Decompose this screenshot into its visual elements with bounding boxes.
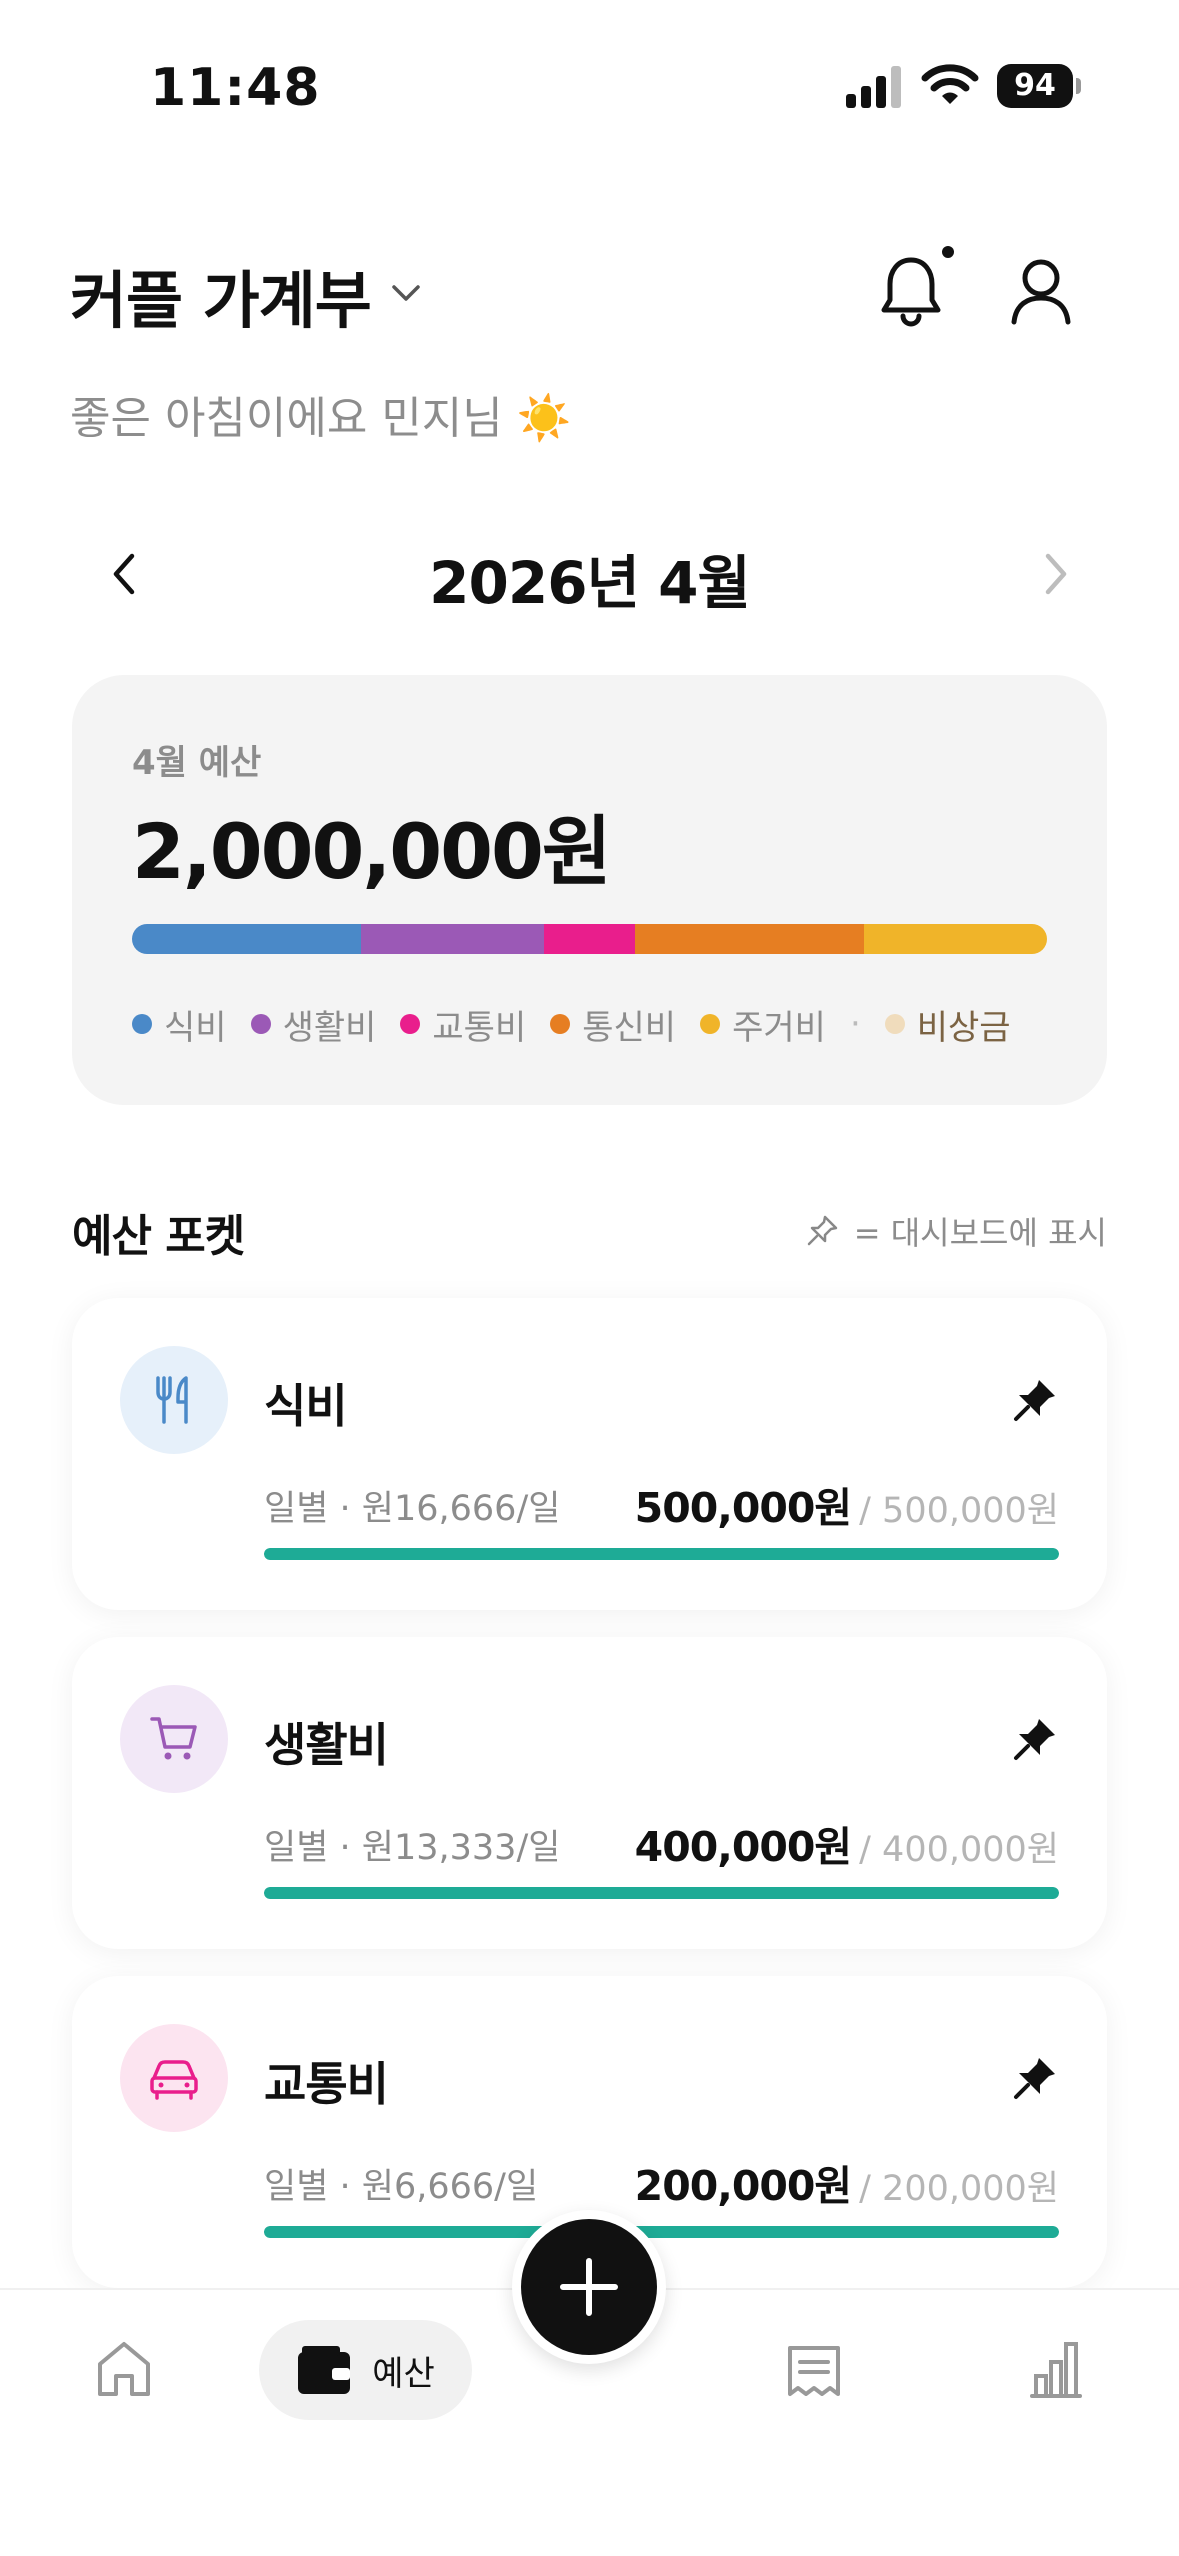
notification-dot: [942, 246, 954, 258]
battery-level: 94: [997, 64, 1073, 108]
utensils-icon: [156, 1376, 188, 1424]
legend-item: 식비: [132, 1000, 227, 1049]
legend-item: 교통비: [400, 1000, 526, 1049]
budget-summary-amount: 2,000,000원: [132, 807, 612, 896]
legend-item: 비상금: [884, 1000, 1011, 1049]
pocket-icon-wrap: [120, 1685, 228, 1793]
legend-label: 교통비: [432, 1007, 527, 1048]
pocket-total: / 500,000원: [859, 1491, 1059, 1531]
chevron-down-icon[interactable]: [388, 275, 424, 311]
pocket-amounts: 200,000원/ 200,000원: [635, 2152, 1059, 2212]
pin-hint-text: = 대시보드에 표시: [853, 1214, 1107, 1252]
status-time: 11:48: [150, 58, 321, 118]
pocket-progress-track: [264, 1887, 1059, 1899]
legend-dot: [700, 1014, 721, 1034]
pocket-progress-fill: [264, 2226, 1059, 2238]
pocket-amount: 200,000원: [634, 2162, 852, 2210]
legend-separator: ·: [849, 1004, 861, 1044]
pocket-icon-wrap: [120, 2024, 228, 2132]
pocket-card[interactable]: 식비일별 · 원16,666/일 500,000원/ 500,000원: [72, 1298, 1107, 1610]
pin-icon[interactable]: [1011, 2054, 1059, 2102]
legend-label: 통신비: [582, 1007, 677, 1048]
nav-tab-budget[interactable]: 예산: [259, 2320, 472, 2420]
pocket-name: 식비: [264, 1379, 348, 1433]
legend-item: 주거비: [700, 1000, 826, 1049]
budget-legend: 식비 생활비 교통비 통신비 주거비 · 비상금: [132, 1000, 1011, 1049]
add-button-inner: [521, 2219, 657, 2355]
pin-hint: = 대시보드에 표시: [804, 1208, 1107, 1254]
bar-chart-icon[interactable]: [1028, 2340, 1084, 2400]
budget-bar-segment: [543, 924, 636, 954]
pocket-progress-fill: [264, 1548, 1059, 1560]
pocket-daily: 일별 · 원16,666/일: [264, 1489, 561, 1529]
pocket-name: 교통비: [264, 2057, 389, 2111]
wallet-icon: [298, 2346, 351, 2394]
pocket-amounts: 500,000원/ 500,000원: [635, 1474, 1059, 1534]
pin-icon[interactable]: [1011, 1376, 1059, 1424]
bell-icon[interactable]: [876, 252, 946, 328]
month-title: 2026년 4월: [429, 549, 751, 617]
legend-dot: [400, 1014, 421, 1034]
legend-dot: [550, 1014, 571, 1034]
nav-budget-label: 예산: [372, 2353, 435, 2394]
section-title: 예산 포켓: [72, 1211, 245, 1262]
pocket-daily: 일별 · 원6,666/일: [264, 2167, 539, 2207]
pocket-card[interactable]: 생활비일별 · 원13,333/일 400,000원/ 400,000원: [72, 1637, 1107, 1949]
wifi-icon: [921, 64, 979, 104]
home-icon[interactable]: [92, 2336, 156, 2400]
pin-icon[interactable]: [1011, 1715, 1059, 1763]
pocket-progress-track: [264, 1548, 1059, 1560]
legend-dot: [132, 1014, 152, 1034]
signal-icon: [846, 66, 901, 108]
add-transaction-button[interactable]: [512, 2210, 666, 2364]
legend-item: 통신비: [550, 1000, 676, 1049]
pocket-icon-wrap: [120, 1346, 228, 1454]
legend-label: 주거비: [732, 1007, 826, 1048]
pocket-total: / 400,000원: [859, 1830, 1059, 1870]
pocket-amount: 400,000원: [634, 1823, 852, 1871]
pocket-progress-fill: [264, 1887, 1059, 1899]
legend-item: 생활비: [250, 1000, 377, 1049]
greeting-text: 좋은 아침이에요 민지님 ☀️: [70, 393, 572, 444]
budget-bar-segment: [132, 924, 361, 954]
budget-bar-segment: [360, 924, 544, 954]
pocket-progress-track: [264, 2226, 1059, 2238]
pocket-daily: 일별 · 원13,333/일: [264, 1828, 561, 1868]
pocket-total: / 200,000원: [859, 2169, 1059, 2209]
profile-icon[interactable]: [1006, 252, 1076, 328]
legend-label: 비상금: [916, 1007, 1011, 1048]
chevron-right-icon[interactable]: [1036, 546, 1076, 602]
legend-dot: [250, 1014, 271, 1034]
pocket-amounts: 400,000원/ 400,000원: [635, 1813, 1059, 1873]
plus-icon: [560, 2258, 618, 2316]
pocket-name: 생활비: [264, 1718, 389, 1772]
battery-icon: 94: [997, 64, 1081, 108]
budget-bar-segment: [864, 924, 1047, 954]
budget-bar-segment: [635, 924, 864, 954]
pin-outline-icon: [807, 1215, 837, 1246]
app-title[interactable]: 커플 가계부: [70, 250, 372, 340]
budget-summary-label: 4월 예산: [132, 743, 262, 783]
budget-allocation-bar: [132, 924, 1047, 954]
legend-dot: [884, 1014, 905, 1034]
cart-icon: [150, 1717, 197, 1760]
car-icon: [150, 2060, 198, 2100]
legend-label: 식비: [164, 1007, 227, 1048]
receipt-icon[interactable]: [784, 2344, 844, 2400]
pocket-amount: 500,000원: [634, 1484, 852, 1532]
legend-label: 생활비: [282, 1007, 377, 1048]
